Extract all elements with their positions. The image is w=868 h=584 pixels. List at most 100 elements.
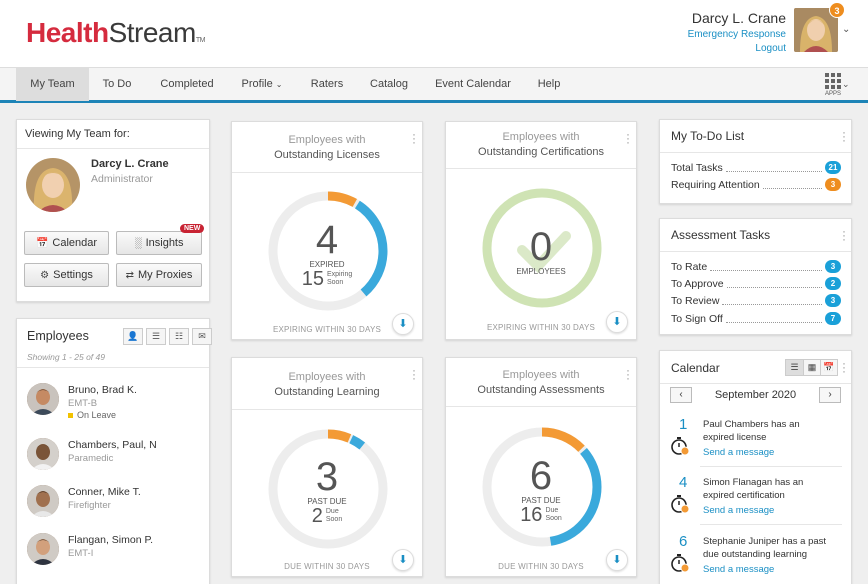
licenses-tile[interactable]: Employees with Outstanding Licenses · · · … [231,121,423,340]
assessment-row-label: To Approve [671,277,724,290]
notification-badge[interactable]: 3 [829,2,845,18]
licenses-expiring-label-line1: Expiring [326,271,353,278]
employee-status: On Leave [68,410,116,420]
next-month-button[interactable]: › [819,387,841,403]
todo-row-requiring-attention[interactable]: Requiring Attention 3 [671,178,841,191]
download-icon[interactable]: ⬇ [392,549,414,571]
employees-showing-count: Showing 1 - 25 of 49 [27,352,105,362]
event-description-line1: Paul Chambers has an [703,419,800,430]
nav-help[interactable]: Help [531,68,567,101]
user-role-link[interactable]: Emergency Response [688,29,786,40]
nav-catalog[interactable]: Catalog [364,68,414,101]
list-view-icon[interactable]: ☰ [786,360,803,375]
assessment-row-to-review[interactable]: To Review 3 [671,294,841,307]
employee-row[interactable]: Flangan, Simon P. EMT-I [27,531,207,577]
divider [660,152,851,153]
todo-row-total-tasks[interactable]: Total Tasks 21 [671,161,841,174]
dotted-leader [725,315,822,323]
logout-link[interactable]: Logout [688,43,786,54]
more-options-icon[interactable]: · · · [412,128,416,148]
event-description-line1: Simon Flanagan has an [703,477,804,488]
nav-profile[interactable]: Profile ⌄ [238,68,286,101]
grid-view-icon[interactable]: ▦ [803,360,820,375]
certifications-count: 0 [529,225,553,269]
learning-title-line2: Outstanding Learning [274,386,380,398]
nav-raters[interactable]: Raters [305,68,349,101]
learning-due-soon-label: Due Soon [326,508,342,524]
settings-button[interactable]: ⚙ Settings [24,263,109,287]
nav-event-calendar[interactable]: Event Calendar [430,68,516,101]
download-icon[interactable]: ⬇ [392,313,414,335]
employee-name: Conner, Mike T. [68,486,141,498]
employee-name: Flangan, Simon P. [68,534,154,546]
logo-part-health: Health [26,17,109,48]
todo-card: My To-Do List · · · Total Tasks 21 Requirin… [659,119,852,204]
user-menu-chevron-icon[interactable]: ⌄ [842,24,850,35]
event-day: 1 [679,416,688,433]
assessment-row-to-sign-off[interactable]: To Sign Off 7 [671,312,841,325]
dotted-leader [722,297,822,305]
employees-title: Employees [27,329,89,343]
assessment-row-to-rate[interactable]: To Rate 3 [671,260,841,273]
divider [700,466,842,467]
new-badge: NEW [180,224,205,233]
assessments-title-line1: Employees with [502,369,580,381]
employee-row[interactable]: Chambers, Paul, N Paramedic [27,436,207,482]
manager-name: Darcy L. Crane [91,158,169,170]
list-view-icon[interactable]: ☰ [146,328,166,345]
send-message-link[interactable]: Send a message [703,447,774,458]
learning-past-due-count: 3 [315,455,339,499]
learning-tile[interactable]: Employees with Outstanding Learning · · · … [231,357,423,577]
calendar-view-icon[interactable]: 📅 [820,360,837,375]
more-options-icon[interactable]: · · · [626,364,630,384]
calendar-button[interactable]: 📅 Calendar [24,231,109,255]
event-day: 4 [679,474,688,491]
my-proxies-button[interactable]: ⇄ My Proxies [116,263,202,287]
healthstream-logo[interactable]: HealthStreamTM [26,17,205,49]
insights-button[interactable]: ░ Insights [116,231,202,255]
send-message-link[interactable]: Send a message [703,564,774,575]
more-options-icon[interactable]: · · · [626,128,630,148]
more-options-icon[interactable]: · · · [842,357,846,377]
more-options-icon[interactable]: · · · [842,225,846,245]
gear-icon: ⚙ [40,269,50,281]
org-chart-icon[interactable]: ☷ [169,328,189,345]
person-filter-icon[interactable]: 👤 [123,328,143,345]
calendar-card: Calendar ☰ ▦ 📅 · · · ‹ September 2020 › 1 … [659,350,852,584]
assessments-due-soon-label-line1: Due [545,507,559,514]
divider [700,524,842,525]
nav-my-team[interactable]: My Team [16,68,89,101]
apps-chevron-icon[interactable]: ⌄ [842,79,850,90]
certifications-tile[interactable]: Employees with Outstanding Certification… [445,121,637,340]
more-options-icon[interactable]: · · · [412,364,416,384]
event-description-line1: Stephanie Juniper has a past [703,536,827,547]
learning-due-soon-count: 2 [311,505,323,527]
mail-icon[interactable]: ✉ [192,328,212,345]
nav-completed[interactable]: Completed [152,68,222,101]
learning-big-number: 3 PAST DUE 2 Due Soon [232,457,422,526]
learning-due-soon-label-line1: Due [325,508,339,515]
assessment-row-label: To Review [671,294,720,307]
todo-row-label: Total Tasks [671,161,723,174]
apps-label: APPS [824,91,841,97]
download-icon[interactable]: ⬇ [606,549,628,571]
dotted-leader [725,164,822,172]
more-options-icon[interactable]: · · · [842,126,846,146]
assessments-tile-title: Employees with Outstanding Assessments [446,368,636,398]
calendar-view-toggle: ☰ ▦ 📅 [785,359,838,376]
dotted-leader [762,181,822,189]
employee-avatar [27,383,59,415]
assessments-tile[interactable]: Employees with Outstanding Assessments ·… [445,357,637,577]
send-message-link[interactable]: Send a message [703,505,774,516]
viewing-title: Viewing My Team for: [25,128,130,140]
download-icon[interactable]: ⬇ [606,311,628,333]
employee-row[interactable]: Conner, Mike T. Firefighter [27,483,207,529]
dotted-leader [710,263,822,271]
assessments-sub-stats: 16 Due Soon [446,505,636,525]
learning-due-soon-label-line2: Soon [325,516,343,523]
employee-row[interactable]: Bruno, Brad K. EMT-B On Leave [27,381,207,427]
assessment-row-to-approve[interactable]: To Approve 2 [671,277,841,290]
licenses-tile-title: Employees with Outstanding Licenses [232,133,422,163]
nav-to-do[interactable]: To Do [95,68,139,101]
assessments-past-due-count: 6 [529,454,553,498]
